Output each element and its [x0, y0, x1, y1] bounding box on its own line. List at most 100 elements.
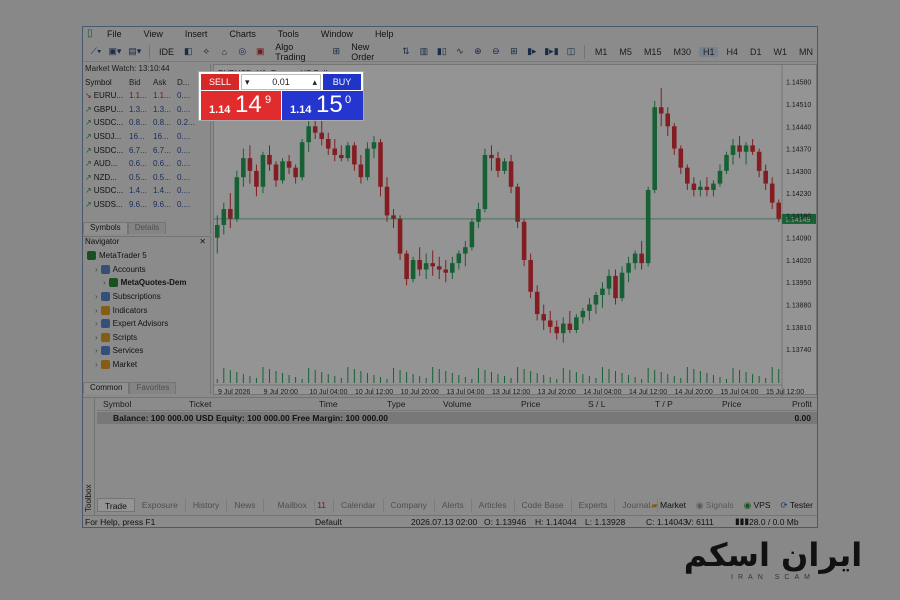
- strategy-icon[interactable]: ◧: [181, 44, 195, 60]
- screenshot-icon[interactable]: ◫: [564, 44, 578, 60]
- zoom-in-icon[interactable]: ⊕: [471, 44, 485, 60]
- tab-alerts[interactable]: Alerts: [435, 498, 472, 512]
- market-watch-row[interactable]: ↗ USDC... 1.4... 1.4... 0....: [83, 184, 210, 198]
- col-ask[interactable]: Ask: [153, 78, 177, 87]
- th-type[interactable]: Type: [387, 399, 405, 409]
- auto-scroll-icon[interactable]: ▮▸: [525, 44, 539, 60]
- menu-insert[interactable]: Insert: [175, 29, 220, 39]
- market-icon[interactable]: ⌂: [217, 44, 231, 60]
- col-bid[interactable]: Bid: [129, 78, 153, 87]
- lot-decrease-icon[interactable]: ▾: [245, 77, 250, 88]
- sell-price[interactable]: 1.14 14 9: [201, 91, 281, 120]
- chevron-right-icon[interactable]: ›: [95, 265, 98, 274]
- tab-experts[interactable]: Experts: [572, 498, 616, 512]
- th-profit[interactable]: Profit: [792, 399, 812, 409]
- market-link[interactable]: ▰ Market: [651, 500, 686, 511]
- timeframe-h1[interactable]: H1: [698, 46, 719, 57]
- tab-mailbox[interactable]: Mailbox 11: [264, 498, 335, 512]
- navigator-item[interactable]: MetaTrader 5: [83, 249, 210, 263]
- vps-link[interactable]: ◉ VPS: [744, 500, 771, 511]
- menu-tools[interactable]: Tools: [268, 29, 311, 39]
- chevron-right-icon[interactable]: ›: [95, 306, 98, 315]
- bar-chart-icon[interactable]: ▥: [417, 44, 431, 60]
- menu-file[interactable]: File: [97, 29, 134, 39]
- th-price[interactable]: Price: [521, 399, 540, 409]
- th-time[interactable]: Time: [319, 399, 338, 409]
- new-order-icon[interactable]: ⊞: [329, 44, 343, 60]
- close-icon[interactable]: ✕: [199, 237, 206, 249]
- th-ticket[interactable]: Ticket: [189, 399, 211, 409]
- algo-trading-icon[interactable]: ▣: [253, 44, 267, 60]
- buy-button[interactable]: BUY: [323, 74, 361, 90]
- tab-common[interactable]: Common: [83, 382, 130, 394]
- tab-exposure[interactable]: Exposure: [135, 498, 186, 512]
- tab-articles[interactable]: Articles: [472, 498, 515, 512]
- th-sl[interactable]: S / L: [588, 399, 605, 409]
- navigator-item[interactable]: › Expert Advisors: [83, 317, 210, 331]
- market-watch-row[interactable]: ↗ USDC... 6.7... 6.7... 0....: [83, 143, 210, 157]
- chart-type-icon[interactable]: ⟋▾: [89, 44, 103, 60]
- chevron-right-icon[interactable]: ›: [95, 333, 98, 342]
- sell-button[interactable]: SELL: [201, 74, 239, 90]
- market-watch-row[interactable]: ↘ EURU... 1.1... 1.1... 0....: [83, 89, 210, 103]
- algo-trading-button[interactable]: Algo Trading: [271, 42, 325, 62]
- lot-increase-icon[interactable]: ▴: [312, 77, 317, 88]
- col-symbol[interactable]: Symbol: [83, 78, 129, 87]
- tab-history[interactable]: History: [186, 498, 228, 512]
- zoom-out-icon[interactable]: ⊖: [489, 44, 503, 60]
- tab-details[interactable]: Details: [127, 222, 167, 234]
- tile-windows-icon[interactable]: ⊞: [507, 44, 521, 60]
- market-watch-row[interactable]: ↗ USDC... 0.8... 0.8... 0.2...: [83, 116, 210, 130]
- tab-code-base[interactable]: Code Base: [515, 498, 572, 512]
- th-tp[interactable]: T / P: [655, 399, 673, 409]
- th-volume[interactable]: Volume: [443, 399, 471, 409]
- navigator-item[interactable]: › Subscriptions: [83, 290, 210, 304]
- candles-icon[interactable]: ▮▯: [435, 44, 449, 60]
- menu-window[interactable]: Window: [311, 29, 365, 39]
- ide-button[interactable]: IDE: [156, 44, 178, 60]
- timeframe-m30[interactable]: M30: [669, 47, 695, 57]
- line-chart-icon[interactable]: ∿: [453, 44, 467, 60]
- signals-link[interactable]: ◉ Signals: [696, 500, 734, 511]
- tab-news[interactable]: News: [227, 498, 264, 512]
- market-watch-row[interactable]: ↗ AUD... 0.6... 0.6... 0....: [83, 157, 210, 171]
- new-order-button[interactable]: New Order: [347, 42, 395, 62]
- tab-company[interactable]: Company: [384, 498, 435, 512]
- navigator-item[interactable]: › MetaQuotes-Dem: [83, 276, 210, 290]
- buy-price[interactable]: 1.14 15 0: [282, 91, 363, 120]
- timeframe-m15[interactable]: M15: [640, 47, 666, 57]
- chevron-right-icon[interactable]: ›: [95, 346, 98, 355]
- market-watch-row[interactable]: ↗ USDJ... 16... 16... 0....: [83, 130, 210, 144]
- menu-charts[interactable]: Charts: [219, 29, 268, 39]
- tab-favorites[interactable]: Favorites: [129, 382, 177, 394]
- tester-link[interactable]: ⟳ Tester: [781, 500, 814, 511]
- vps-icon[interactable]: ◎: [235, 44, 249, 60]
- profiles-icon[interactable]: ▤▾: [127, 44, 143, 60]
- navigator-item[interactable]: › Services: [83, 344, 210, 358]
- timeframe-m5[interactable]: M5: [615, 47, 636, 57]
- market-watch-row[interactable]: ↗ NZD... 0.5... 0.5... 0....: [83, 171, 210, 185]
- chevron-right-icon[interactable]: ›: [95, 292, 98, 301]
- tab-symbols[interactable]: Symbols: [83, 222, 128, 234]
- tab-calendar[interactable]: Calendar: [334, 498, 384, 512]
- timeframe-w1[interactable]: W1: [770, 47, 792, 57]
- market-watch-row[interactable]: ↗ GBPU... 1.3... 1.3... 0....: [83, 103, 210, 117]
- timeframe-h4[interactable]: H4: [722, 47, 742, 57]
- timeframe-mn[interactable]: MN: [795, 47, 817, 57]
- chevron-right-icon[interactable]: ›: [103, 278, 106, 287]
- depth-of-market-icon[interactable]: ⇅: [399, 44, 413, 60]
- menu-help[interactable]: Help: [365, 29, 406, 39]
- menu-view[interactable]: View: [134, 29, 175, 39]
- chart-shift-icon[interactable]: ▮▸▮: [543, 44, 560, 60]
- th-price-current[interactable]: Price: [722, 399, 741, 409]
- chevron-right-icon[interactable]: ›: [95, 319, 98, 328]
- navigator-item[interactable]: › Market: [83, 358, 210, 372]
- navigator-item[interactable]: › Scripts: [83, 331, 210, 345]
- new-chart-icon[interactable]: ▣▾: [107, 44, 123, 60]
- timeframe-d1[interactable]: D1: [746, 47, 766, 57]
- th-symbol[interactable]: Symbol: [103, 399, 131, 409]
- lot-size-input[interactable]: ▾ 0.01 ▴: [241, 74, 321, 90]
- market-watch-row[interactable]: ↗ USDS... 9.6... 9.6... 0....: [83, 198, 210, 212]
- signals-icon[interactable]: ⟡: [199, 44, 213, 60]
- chevron-right-icon[interactable]: ›: [95, 360, 98, 369]
